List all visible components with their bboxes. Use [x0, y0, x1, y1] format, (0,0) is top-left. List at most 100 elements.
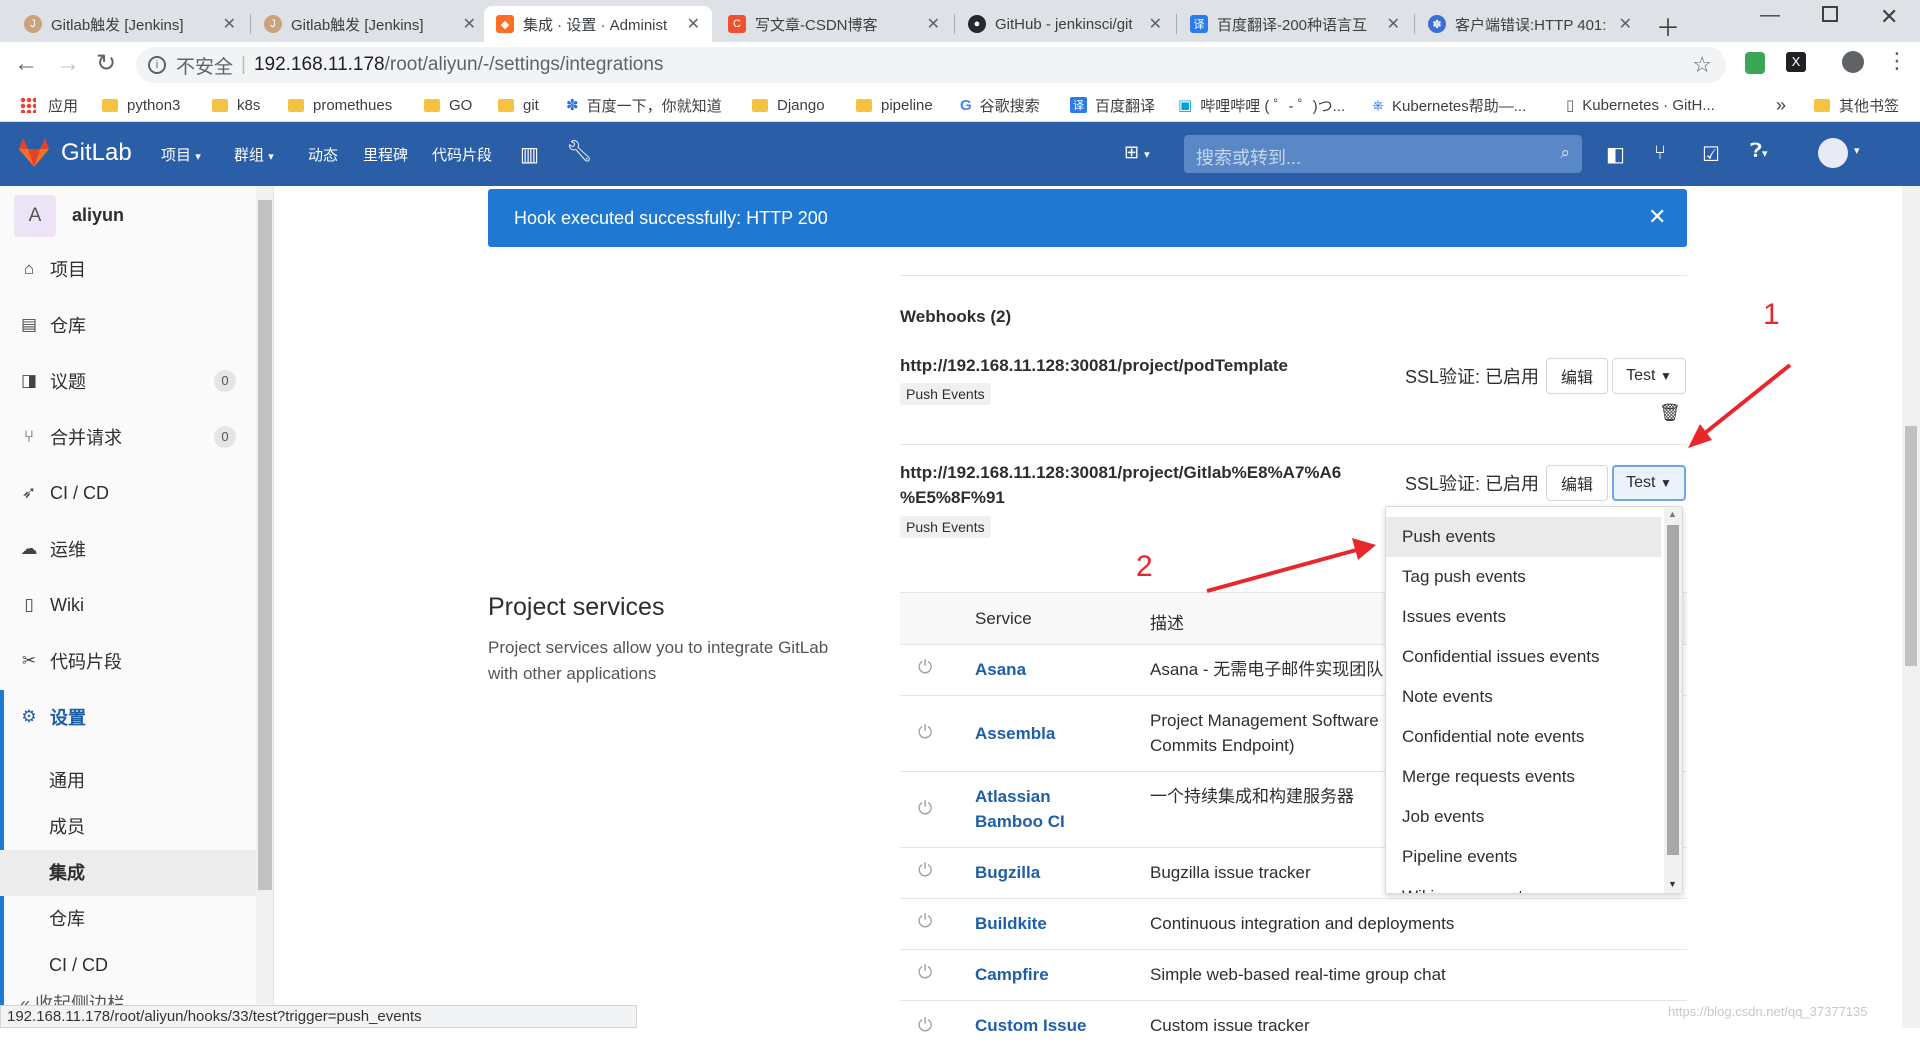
more-bookmarks-icon[interactable]: »: [1776, 95, 1786, 115]
test-hook-button[interactable]: Test ▼: [1612, 358, 1686, 394]
forward-icon[interactable]: →: [56, 50, 80, 78]
sidebar-item-wiki[interactable]: ▯ Wiki: [0, 580, 256, 630]
browser-tab[interactable]: J Gitlab触发 [Jenkins] ✕: [252, 6, 488, 42]
sidebar-item-repository[interactable]: ▤ 仓库: [0, 300, 256, 350]
service-link[interactable]: Custom Issue: [975, 1014, 1086, 1038]
nav-milestones[interactable]: 里程碑: [363, 144, 408, 165]
dropdown-item-push-events[interactable]: Push events: [1386, 517, 1661, 557]
nav-activity[interactable]: 动态: [308, 144, 338, 165]
close-tab-icon[interactable]: ✕: [223, 14, 236, 34]
dropdown-item-job-events[interactable]: Job events: [1386, 797, 1661, 837]
maximize-icon[interactable]: [1822, 6, 1838, 22]
merge-request-icon[interactable]: ⑂: [1654, 142, 1666, 165]
help-icon[interactable]: ❓︎▾: [1750, 140, 1768, 163]
sidebar-sub-ci-cd[interactable]: CI / CD: [0, 942, 256, 988]
scrollbar-thumb[interactable]: [258, 200, 272, 890]
menu-kebab-icon[interactable]: ⋮: [1886, 48, 1908, 74]
new-tab-icon[interactable]: ＋: [1656, 8, 1680, 43]
plus-square-icon[interactable]: ⊞ ▾: [1124, 142, 1150, 163]
project-avatar[interactable]: A: [14, 195, 56, 237]
sidebar-toggle-icon[interactable]: ◧: [1606, 142, 1625, 167]
dropdown-item-issues-events[interactable]: Issues events: [1386, 597, 1661, 637]
info-icon[interactable]: i: [148, 56, 166, 74]
service-link[interactable]: Bugzilla: [975, 861, 1040, 885]
browser-tab[interactable]: J Gitlab触发 [Jenkins] ✕: [12, 6, 248, 42]
sidebar-scrollbar[interactable]: [256, 186, 273, 1028]
bookmark-folder[interactable]: pipeline: [856, 95, 933, 115]
sidebar-item-snippets[interactable]: ✂ 代码片段: [0, 636, 256, 686]
scroll-down-icon[interactable]: ▼: [1668, 879, 1677, 889]
service-link[interactable]: Buildkite: [975, 912, 1047, 936]
service-link[interactable]: Assembla: [975, 722, 1055, 746]
close-tab-icon[interactable]: ✕: [687, 14, 700, 34]
scrollbar-thumb[interactable]: [1905, 426, 1917, 666]
dropdown-item-tag-push-events[interactable]: Tag push events: [1386, 557, 1661, 597]
dropdown-item-pipeline-events[interactable]: Pipeline events: [1386, 837, 1661, 877]
browser-tab[interactable]: 译 百度翻译-200种语言互 ✕: [1178, 6, 1412, 42]
todo-check-icon[interactable]: ☑: [1702, 142, 1720, 167]
sidebar-item-project[interactable]: ⌂ 项目: [0, 244, 256, 294]
extension-x-icon[interactable]: X: [1786, 52, 1806, 72]
close-tab-icon[interactable]: ✕: [1619, 14, 1632, 34]
dropdown-item-confidential-issues-events[interactable]: Confidential issues events: [1386, 637, 1661, 677]
close-tab-icon[interactable]: ✕: [463, 14, 476, 34]
profile-icon[interactable]: [1842, 51, 1864, 73]
bookmark-apps[interactable]: 应用: [20, 95, 78, 115]
browser-tab[interactable]: C 写文章-CSDN博客 ✕: [716, 6, 952, 42]
sidebar-item-merge-requests[interactable]: ⑂ 合并请求 0: [0, 412, 256, 462]
sidebar-sub-repository[interactable]: 仓库: [0, 896, 256, 942]
dropdown-item-wiki-page-events[interactable]: Wiki page events: [1386, 877, 1661, 893]
bookmark-folder[interactable]: promethues: [288, 95, 392, 115]
close-tab-icon[interactable]: ✕: [1387, 14, 1400, 34]
trash-icon[interactable]: 🗑︎: [1659, 403, 1681, 423]
bookmark-folder[interactable]: python3: [102, 95, 180, 115]
bookmark-kubernetes[interactable]: ⎈ Kubernetes帮助—...: [1372, 95, 1526, 115]
close-window-icon[interactable]: ✕: [1880, 4, 1898, 30]
sidebar-item-settings[interactable]: ⚙ 设置: [0, 692, 256, 742]
nav-groups[interactable]: 群组 ▾: [234, 144, 274, 165]
edit-hook-button[interactable]: 编辑: [1546, 358, 1608, 394]
bookmark-folder[interactable]: k8s: [212, 95, 260, 115]
minimize-icon[interactable]: —: [1760, 4, 1780, 27]
bookmark-translate[interactable]: 译百度翻译: [1070, 95, 1155, 115]
bookmark-bilibili[interactable]: ▣ 哔哩哔哩 ( ゜- ゜)つ...: [1178, 95, 1345, 115]
bookmark-baidu[interactable]: ✽ 百度一下，你就知道: [566, 95, 722, 115]
scrollbar-thumb[interactable]: [1667, 525, 1679, 855]
wrench-icon[interactable]: 🔧︎: [566, 140, 593, 164]
bookmark-kubernetes-github[interactable]: ▯ Kubernetes · GitH...: [1566, 95, 1715, 115]
nav-snippets[interactable]: 代码片段: [432, 144, 492, 165]
close-tab-icon[interactable]: ✕: [927, 14, 940, 34]
scroll-up-icon[interactable]: ▲: [1668, 509, 1677, 519]
sidebar-item-issues[interactable]: ◨ 议题 0: [0, 356, 256, 406]
edit-hook-button[interactable]: 编辑: [1546, 465, 1608, 501]
sidebar-item-ci-cd[interactable]: ➶ CI / CD: [0, 468, 256, 518]
back-icon[interactable]: ←: [14, 50, 38, 78]
omnibox[interactable]: i 不安全 | 192.168.11.178/root/aliyun/-/set…: [136, 47, 1726, 83]
close-icon[interactable]: ✕: [1648, 204, 1666, 230]
close-tab-icon[interactable]: ✕: [1149, 14, 1162, 34]
sidebar-sub-integrations[interactable]: 集成: [0, 850, 256, 896]
bookmark-star-icon[interactable]: ☆: [1692, 52, 1712, 78]
service-link-line1[interactable]: Atlassian: [975, 785, 1051, 809]
chart-icon[interactable]: ▥: [520, 142, 539, 167]
page-scrollbar[interactable]: [1902, 186, 1920, 1028]
bookmark-folder[interactable]: Django: [752, 95, 825, 115]
other-bookmarks[interactable]: 其他书签: [1814, 95, 1899, 115]
reload-icon[interactable]: ↻: [96, 49, 116, 78]
dropdown-scrollbar[interactable]: ▲ ▼: [1664, 507, 1682, 893]
bookmark-folder[interactable]: git: [498, 95, 539, 115]
gitlab-brand[interactable]: GitLab: [61, 139, 132, 167]
browser-tab[interactable]: ✽ 客户端错误:HTTP 401: ✕: [1416, 6, 1644, 42]
sidebar-item-operations[interactable]: ☁ 运维: [0, 524, 256, 574]
bookmark-google[interactable]: G 谷歌搜索: [960, 95, 1040, 115]
project-name[interactable]: aliyun: [72, 205, 124, 226]
nav-projects[interactable]: 项目 ▾: [161, 144, 201, 165]
test-hook-button-open[interactable]: Test ▼: [1612, 465, 1686, 501]
sidebar-sub-general[interactable]: 通用: [0, 758, 256, 804]
service-link-line2[interactable]: Bamboo CI: [975, 810, 1065, 834]
user-avatar[interactable]: [1818, 138, 1848, 168]
dropdown-item-merge-requests-events[interactable]: Merge requests events: [1386, 757, 1661, 797]
dropdown-item-confidential-note-events[interactable]: Confidential note events: [1386, 717, 1661, 757]
chevron-down-icon[interactable]: ▾: [1854, 144, 1860, 157]
browser-tab[interactable]: ● GitHub - jenkinsci/git ✕: [956, 6, 1174, 42]
